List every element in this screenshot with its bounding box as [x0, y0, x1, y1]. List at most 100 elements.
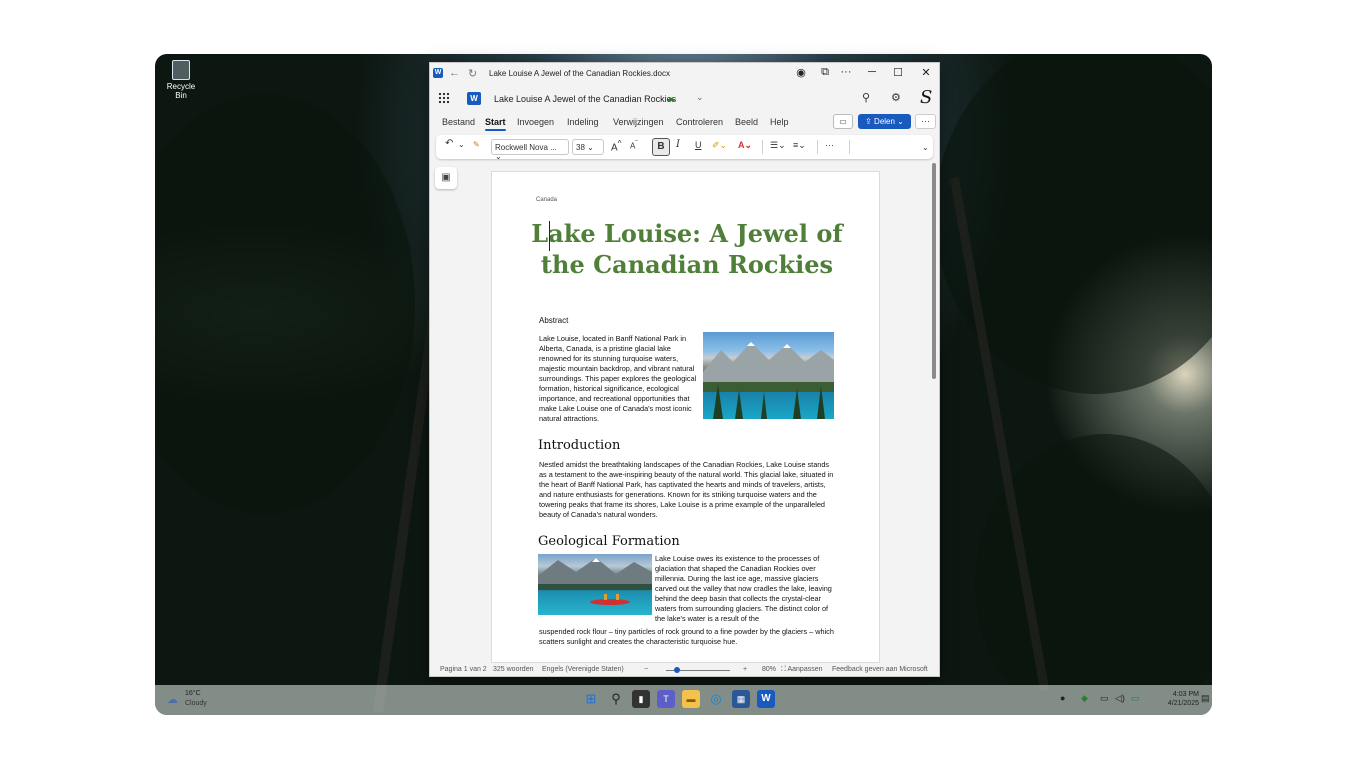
- language-status[interactable]: Engels (Verenigde Staten): [542, 666, 624, 673]
- canoe-lake-image: [538, 558, 652, 605]
- status-bar: Pagina 1 van 2 325 woorden Engels (Veren…: [430, 663, 939, 677]
- shrink-font-icon[interactable]: Aˇ: [630, 140, 638, 151]
- underline-button[interactable]: U: [695, 140, 702, 150]
- word-count[interactable]: 325 woorden: [493, 666, 533, 673]
- title-bar: W ← ↻ Lake Louise A Jewel of the Canadia…: [430, 63, 939, 85]
- bold-button[interactable]: B: [652, 138, 670, 156]
- undo-icon[interactable]: ↶: [445, 138, 453, 149]
- share-icon: ⇪: [865, 117, 875, 126]
- close-button[interactable]: ✕: [914, 66, 938, 79]
- recycle-bin-icon[interactable]: Recycle Bin: [161, 60, 201, 100]
- ribbon-tabs: Bestand Start Invoegen Indeling Verwijzi…: [430, 113, 939, 133]
- ribbon-more-button[interactable]: ···: [915, 114, 936, 129]
- share-button[interactable]: ⇪ Delen ⌄: [858, 114, 911, 129]
- account-avatar[interactable]: S: [920, 87, 932, 108]
- tab-verwijzingen[interactable]: Verwijzingen: [613, 117, 664, 127]
- teams-icon[interactable]: T: [657, 690, 675, 708]
- vertical-scrollbar[interactable]: [932, 163, 936, 379]
- page-header: Canada: [536, 197, 558, 203]
- zoom-in-button[interactable]: +: [743, 666, 747, 673]
- tab-controleren[interactable]: Controleren: [676, 117, 723, 127]
- word-window: W ← ↻ Lake Louise A Jewel of the Canadia…: [429, 62, 940, 677]
- taskbar-search-icon[interactable]: ⚲: [607, 690, 625, 708]
- font-size-select[interactable]: 38 ⌄: [572, 139, 604, 155]
- align-icon[interactable]: ☰⌄: [770, 140, 786, 151]
- task-view-icon[interactable]: ▮: [632, 690, 650, 708]
- network-tray-icon[interactable]: ▭: [1100, 693, 1109, 704]
- back-icon[interactable]: ←: [449, 67, 460, 79]
- recycle-bin-glyph: [172, 60, 190, 80]
- tab-invoegen[interactable]: Invoegen: [517, 117, 554, 127]
- line-spacing-icon[interactable]: ≡⌄: [793, 140, 806, 151]
- geological-formation-heading: Geological Formation: [538, 534, 680, 549]
- minimize-button[interactable]: ─: [860, 66, 884, 78]
- toolbar-divider: [817, 140, 818, 154]
- tips-tray-icon[interactable]: ●: [1060, 693, 1065, 703]
- tab-beeld[interactable]: Beeld: [735, 117, 758, 127]
- geological-paragraph-continued: suspended rock flour – tiny particles of…: [539, 627, 834, 646]
- document-page[interactable]: Canada Lake Louise: A Jewel of the Canad…: [491, 171, 880, 663]
- zoom-level[interactable]: 80%: [762, 666, 776, 673]
- volume-tray-icon[interactable]: ◁): [1115, 693, 1125, 704]
- clock[interactable]: 4:03 PM 4/21/2025: [1149, 690, 1199, 708]
- italic-button[interactable]: I: [676, 139, 680, 150]
- grow-font-icon[interactable]: A^: [611, 138, 622, 153]
- canoe-photo: [538, 554, 652, 615]
- zoom-slider-knob[interactable]: [674, 667, 680, 673]
- tab-start[interactable]: Start: [485, 117, 506, 131]
- tab-bestand[interactable]: Bestand: [442, 117, 475, 127]
- file-explorer-icon[interactable]: ▬: [682, 690, 700, 708]
- toolbar-more-button[interactable]: ···: [825, 140, 834, 150]
- toolbar-divider: [762, 140, 763, 154]
- gear-icon[interactable]: ⚙: [891, 91, 901, 104]
- app-bar: W Lake Louise A Jewel of the Canadian Ro…: [430, 86, 939, 112]
- document-title-heading: Lake Louise: A Jewel of the Canadian Roc…: [531, 219, 843, 279]
- font-name-select[interactable]: Rockwell Nova ... ⌄: [491, 139, 569, 161]
- word-icon: W: [433, 68, 443, 78]
- nav-pane-icon[interactable]: ▣: [435, 167, 457, 189]
- weather-temp: 16°C: [185, 690, 201, 697]
- more-options-button[interactable]: ···: [834, 66, 858, 78]
- wallpaper-tree: [155, 94, 415, 514]
- introduction-heading: Introduction: [538, 438, 621, 453]
- font-color-icon[interactable]: A⌄: [738, 140, 752, 151]
- word-logo-icon: W: [467, 92, 481, 105]
- feedback-link[interactable]: Feedback geven aan Microsoft: [832, 666, 928, 673]
- security-tray-icon[interactable]: ◆: [1081, 693, 1088, 704]
- chevron-down-icon[interactable]: ⌄: [696, 92, 704, 103]
- highlight-icon[interactable]: ✐⌄: [712, 140, 727, 151]
- document-title[interactable]: Lake Louise A Jewel of the Canadian Rock…: [494, 94, 676, 104]
- format-painter-icon[interactable]: ✎: [473, 140, 480, 149]
- battery-tray-icon[interactable]: ▭: [1131, 693, 1140, 704]
- notifications-icon[interactable]: ▤: [1201, 693, 1210, 704]
- app-launcher-icon[interactable]: [438, 92, 450, 104]
- edge-icon[interactable]: ◎: [707, 690, 725, 708]
- search-icon[interactable]: ⚲: [862, 91, 870, 104]
- fit-button[interactable]: ⛶ Aanpassen: [781, 666, 823, 674]
- chevron-down-icon[interactable]: ⌄: [458, 140, 465, 149]
- clock-date: 4/21/2025: [1167, 700, 1199, 707]
- wallpaper-tree: [935, 54, 1212, 394]
- fit-label: Aanpassen: [787, 666, 823, 673]
- tab-indeling[interactable]: Indeling: [567, 117, 599, 127]
- font-name-value: Rockwell Nova ...: [495, 143, 557, 152]
- ribbon-collapse-icon[interactable]: ⌄: [922, 143, 929, 152]
- tab-help[interactable]: Help: [770, 117, 789, 127]
- weather-condition: Cloudy: [185, 700, 207, 707]
- text-cursor: [549, 221, 550, 251]
- zoom-out-button[interactable]: −: [644, 666, 648, 673]
- comment-icon[interactable]: ▭: [833, 114, 853, 129]
- recycle-bin-label: Recycle Bin: [166, 82, 196, 100]
- eye-icon[interactable]: ◉: [789, 66, 813, 79]
- lake-louise-photo: [703, 332, 834, 419]
- abstract-paragraph: Lake Louise, located in Banff National P…: [539, 334, 697, 423]
- sync-icon[interactable]: ↻: [468, 67, 477, 80]
- word-taskbar-icon[interactable]: W: [757, 690, 775, 708]
- clock-time: 4:03 PM: [1172, 691, 1199, 698]
- maximize-button[interactable]: ☐: [886, 66, 910, 79]
- windows-start-icon[interactable]: ⊞: [582, 690, 600, 708]
- store-icon[interactable]: ▦: [732, 690, 750, 708]
- saved-status-icon: ☁: [666, 93, 675, 103]
- abstract-heading: Abstract: [539, 316, 569, 325]
- page-count[interactable]: Pagina 1 van 2: [440, 666, 487, 673]
